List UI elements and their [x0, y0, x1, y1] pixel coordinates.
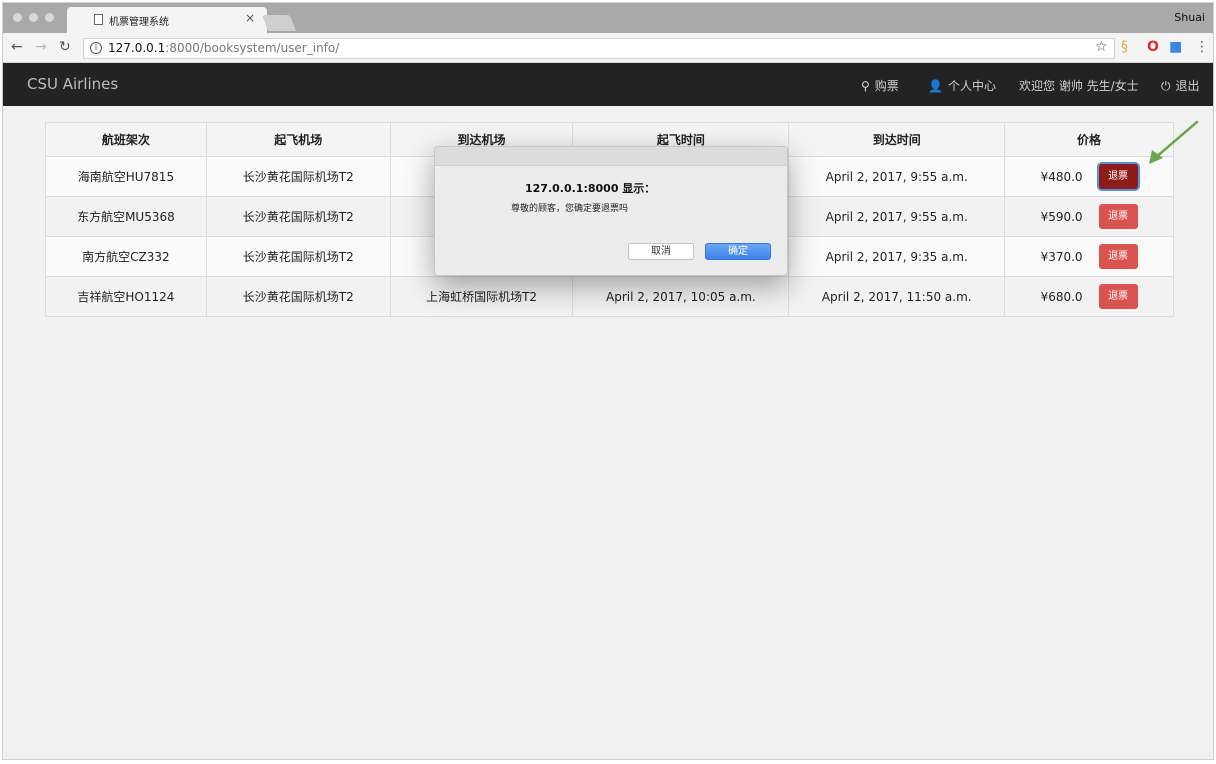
- price-value: ¥480.0: [1040, 169, 1083, 184]
- cell-from: 长沙黄花国际机场T2: [205, 236, 391, 277]
- app-navbar: CSU Airlines ⚲ 购票 👤 个人中心 欢迎您 谢帅 先生/女士 ⏻ 退出: [3, 63, 1213, 106]
- cell-flight: 海南航空HU7815: [45, 156, 207, 197]
- dialog-cancel-button[interactable]: 取消: [628, 243, 694, 260]
- brand-logo[interactable]: CSU Airlines: [27, 75, 118, 93]
- header-flight: 航班架次: [45, 122, 207, 157]
- nav-logout-label: 退出: [1175, 79, 1200, 93]
- minimize-window-icon[interactable]: [29, 13, 38, 22]
- url-text[interactable]: 127.0.0.1:8000/booksystem/user_info/: [108, 41, 339, 55]
- new-tab-button[interactable]: [262, 15, 296, 31]
- cell-arrive: April 2, 2017, 9:35 a.m.: [788, 236, 1006, 277]
- cell-from: 长沙黄花国际机场T2: [205, 156, 391, 197]
- dialog-ok-button[interactable]: 确定: [705, 243, 771, 260]
- cell-flight: 吉祥航空HO1124: [45, 276, 207, 317]
- header-arrival-time: 到达时间: [788, 122, 1006, 157]
- cell-price: ¥370.0 退票: [1004, 236, 1174, 277]
- refund-button[interactable]: 退票: [1098, 284, 1138, 309]
- extension-square-icon[interactable]: ■: [1169, 39, 1182, 55]
- cell-from: 长沙黄花国际机场T2: [205, 276, 391, 317]
- url-path: :8000/booksystem/user_info/: [165, 41, 340, 55]
- close-window-icon[interactable]: [13, 13, 22, 22]
- search-icon: ⚲: [861, 79, 870, 93]
- browser-window: 机票管理系统 × Shuai ← → ↻ i 127.0.0.1:8000/bo…: [2, 2, 1214, 760]
- browser-tab[interactable]: 机票管理系统 ×: [67, 7, 267, 33]
- refund-button[interactable]: 退票: [1098, 204, 1138, 229]
- forward-icon[interactable]: →: [35, 39, 47, 55]
- menu-icon[interactable]: ⋮: [1195, 39, 1209, 55]
- refund-button[interactable]: 退票: [1098, 164, 1138, 189]
- browser-toolbar: ← → ↻ i 127.0.0.1:8000/booksystem/user_i…: [3, 33, 1213, 63]
- nav-buy-label: 购票: [874, 79, 899, 93]
- tab-title: 机票管理系统: [109, 17, 169, 28]
- back-icon[interactable]: ←: [11, 39, 23, 55]
- cell-arrive: April 2, 2017, 9:55 a.m.: [788, 156, 1006, 197]
- user-icon: 👤: [928, 79, 943, 93]
- cell-price: ¥680.0 退票: [1004, 276, 1174, 317]
- document-icon: [94, 14, 103, 25]
- nav-logout[interactable]: ⏻ 退出: [1161, 77, 1200, 94]
- info-icon[interactable]: i: [90, 42, 102, 54]
- reload-icon[interactable]: ↻: [59, 39, 71, 55]
- welcome-text: 欢迎您 谢帅 先生/女士: [1019, 79, 1139, 93]
- tab-strip: 机票管理系统 × Shuai: [3, 3, 1213, 33]
- maximize-window-icon[interactable]: [45, 13, 54, 22]
- cell-to: 上海虹桥国际机场T2: [389, 276, 574, 317]
- profile-name[interactable]: Shuai: [1174, 11, 1205, 24]
- green-arrow-annotation: [1149, 120, 1199, 164]
- cell-price: ¥590.0 退票: [1004, 196, 1174, 237]
- dialog-title: 127.0.0.1:8000 显示：: [525, 182, 656, 195]
- nav-profile-label: 个人中心: [947, 79, 996, 93]
- cell-depart: April 2, 2017, 10:05 a.m.: [572, 276, 790, 317]
- tab-close-icon[interactable]: ×: [245, 11, 255, 25]
- dialog-title-bar: [435, 147, 787, 166]
- cell-flight: 南方航空CZ332: [45, 236, 207, 277]
- table-row: 吉祥航空HO1124 长沙黄花国际机场T2 上海虹桥国际机场T2 April 2…: [45, 276, 1174, 317]
- opera-icon[interactable]: O: [1147, 39, 1159, 55]
- refund-button[interactable]: 退票: [1098, 244, 1138, 269]
- power-icon: ⏻: [1161, 79, 1171, 93]
- nav-buy-ticket[interactable]: ⚲ 购票: [861, 77, 899, 94]
- price-value: ¥680.0: [1040, 289, 1083, 304]
- extension-icon[interactable]: §: [1121, 39, 1128, 55]
- address-bar[interactable]: i 127.0.0.1:8000/booksystem/user_info/: [83, 38, 1115, 59]
- url-host: 127.0.0.1: [108, 41, 166, 55]
- confirm-dialog: 127.0.0.1:8000 显示： 尊敬的顾客，您确定要退票吗 取消 确定: [434, 146, 788, 276]
- price-value: ¥370.0: [1040, 249, 1083, 264]
- cell-arrive: April 2, 2017, 9:55 a.m.: [788, 196, 1006, 237]
- header-departure-airport: 起飞机场: [205, 122, 391, 157]
- cell-arrive: April 2, 2017, 11:50 a.m.: [788, 276, 1006, 317]
- cell-from: 长沙黄花国际机场T2: [205, 196, 391, 237]
- bookmark-star-icon[interactable]: ☆: [1095, 39, 1108, 55]
- cell-flight: 东方航空MU5368: [45, 196, 207, 237]
- price-value: ¥590.0: [1040, 209, 1083, 224]
- nav-profile[interactable]: 👤 个人中心: [928, 77, 996, 94]
- dialog-message: 尊敬的顾客，您确定要退票吗: [511, 204, 629, 214]
